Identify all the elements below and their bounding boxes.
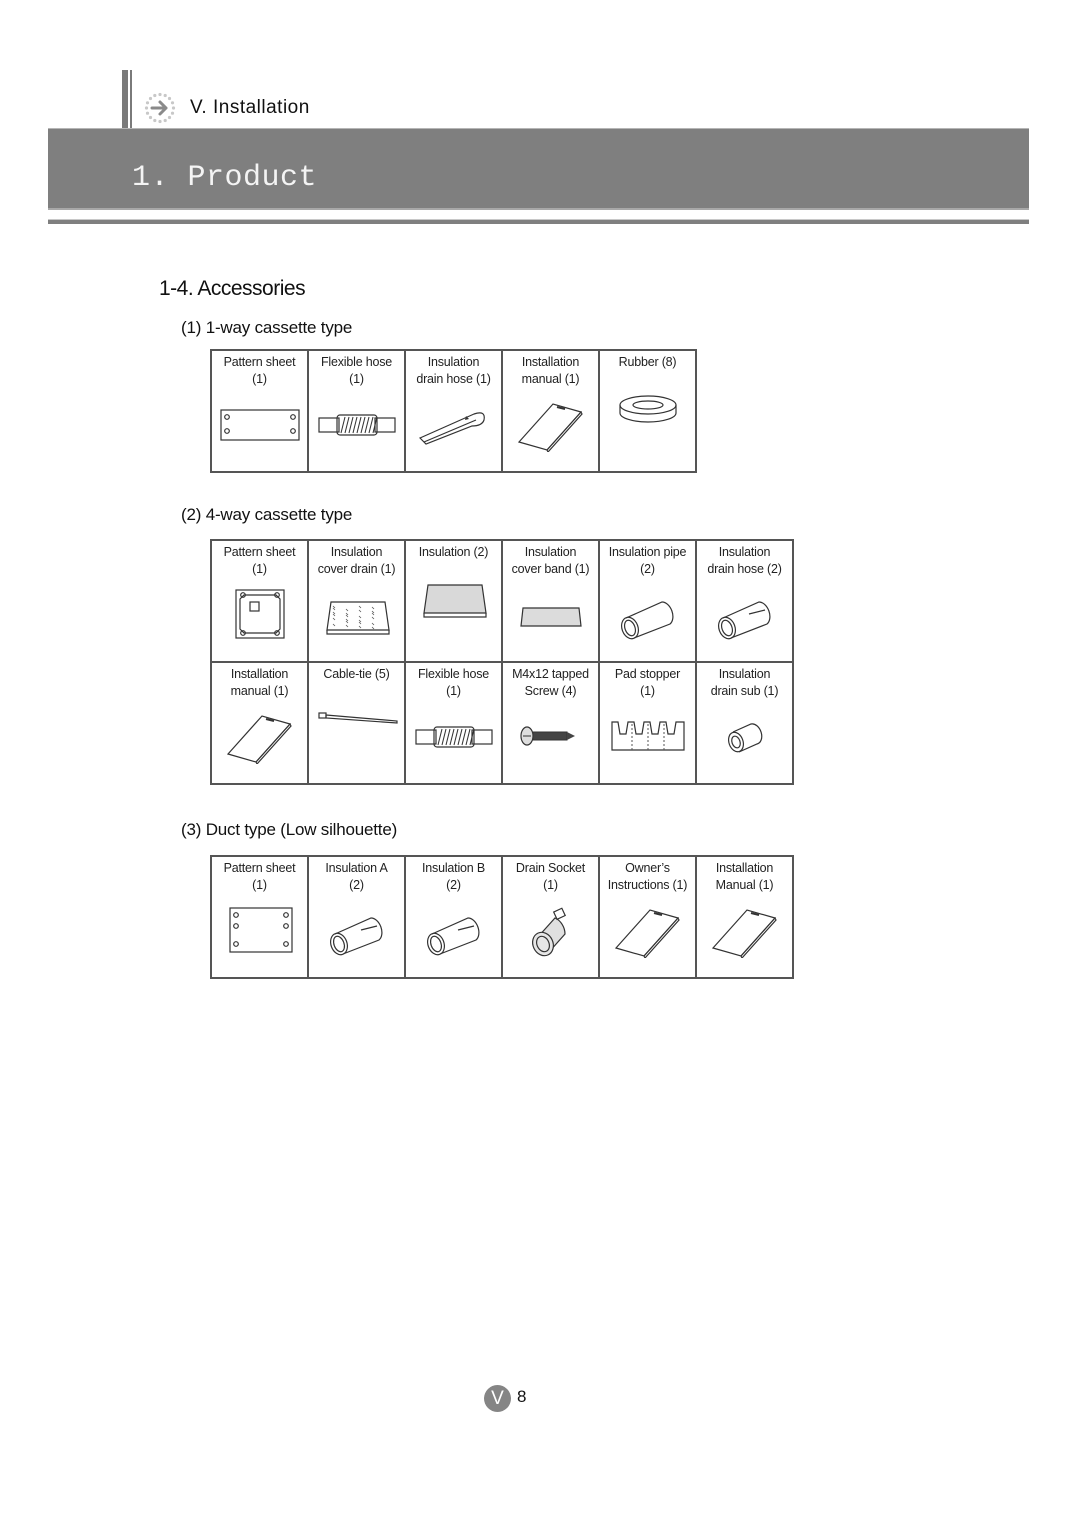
insulation-pad-icon [325, 601, 390, 635]
page-title: 1. Product [132, 161, 318, 195]
accessory-cell: Owner’s Instructions (1) [598, 855, 697, 979]
table-row: Pattern sheet (1) Insulation A (2) Insul… [210, 855, 794, 979]
accessory-cell: Installation Manual (1) [695, 855, 794, 979]
accessory-label: Insulation drain sub (1) [710, 667, 779, 698]
accessory-label: Flexible hose (1) [320, 355, 393, 386]
accessory-cell: Insulation A (2) [307, 855, 406, 979]
accessory-label: Flexible hose (1) [417, 667, 490, 698]
accessory-cell: Insulation drain hose (1) [404, 349, 503, 473]
manual-booklet-icon [226, 715, 292, 764]
accessory-table-1way: Pattern sheet (1) Flexible hose (1) Insu… [210, 349, 697, 473]
accessory-label: Installation Manual (1) [715, 861, 774, 892]
rubber-ring-icon [618, 395, 677, 423]
insulation-drain-hose-icon [418, 412, 485, 445]
drain-socket-icon [531, 907, 566, 957]
manual-booklet-icon [614, 909, 680, 958]
accessory-label: Installation manual (1) [521, 355, 580, 386]
accessory-cell: Rubber (8) [598, 349, 697, 473]
accessory-label: Owner’s Instructions (1) [607, 861, 688, 892]
accessory-cell: Cable-tie (5) [307, 661, 406, 785]
accessory-cell: Drain Socket (1) [501, 855, 600, 979]
accessory-cell: Pad stopper (1) [598, 661, 697, 785]
pad-stopper-icon [610, 721, 685, 751]
title-banner: 1. Product [48, 128, 1029, 210]
cable-tie-icon [317, 712, 398, 724]
pattern-sheet-icon [219, 409, 300, 441]
insulation-tube-icon [426, 917, 479, 956]
accessory-table-duct: Pattern sheet (1) Insulation A (2) Insul… [210, 855, 794, 979]
accessory-label: Rubber (8) [618, 355, 677, 369]
table-row: Pattern sheet (1) Flexible hose (1) Insu… [210, 349, 697, 473]
accessory-label: Drain Socket (1) [515, 861, 586, 892]
accessory-label: Installation manual (1) [230, 667, 289, 698]
page-number: 8 [517, 1387, 527, 1406]
accessory-cell: Insulation pipe (2) [598, 539, 697, 663]
accessory-cell: M4x12 tapped Screw (4) [501, 661, 600, 785]
accessory-label: Insulation cover drain (1) [317, 545, 396, 576]
accessory-label: Pattern sheet (1) [223, 545, 296, 576]
accessory-cell: Insulation (2) [404, 539, 503, 663]
group-title-1way: (1) 1-way cassette type [181, 318, 353, 337]
accessory-cell: Flexible hose (1) [307, 349, 406, 473]
accessory-label: Cable-tie (5) [323, 667, 390, 681]
table-row: Installation manual (1) Cable-tie (5) Fl… [210, 661, 794, 785]
accessory-cell: Pattern sheet (1) [210, 539, 309, 663]
insulation-pipe-icon [620, 601, 673, 640]
insulation-pad-icon [422, 584, 487, 618]
insulation-band-icon [519, 607, 582, 627]
accessory-cell: Insulation B (2) [404, 855, 503, 979]
accessory-label: Pattern sheet (1) [223, 355, 296, 386]
accessory-cell: Insulation drain hose (2) [695, 539, 794, 663]
insulation-tube-icon [329, 917, 382, 956]
accessory-cell: Installation manual (1) [210, 661, 309, 785]
accessory-cell: Pattern sheet (1) [210, 855, 309, 979]
accessory-label: Insulation cover band (1) [511, 545, 590, 576]
manual-booklet-icon [517, 403, 583, 452]
accessory-cell: Pattern sheet (1) [210, 349, 309, 473]
chapter-label: V. Installation [190, 97, 310, 118]
screw-icon [519, 726, 575, 746]
accessory-label: Insulation A (2) [325, 861, 388, 892]
accessory-cell: Insulation cover drain (1) [307, 539, 406, 663]
short-tube-icon [727, 723, 762, 753]
accessory-label: Insulation B (2) [422, 861, 485, 892]
accessory-label: Insulation drain hose (2) [707, 545, 782, 576]
accessory-cell: Installation manual (1) [501, 349, 600, 473]
header-rule [48, 219, 1029, 224]
group-title-duct: (3) Duct type (Low silhouette) [181, 820, 398, 839]
accessory-label: Pattern sheet (1) [223, 861, 296, 892]
manual-booklet-icon [711, 909, 777, 958]
header-decor-bar-thin [130, 70, 132, 128]
accessory-label: Insulation pipe (2) [608, 545, 687, 576]
flexible-hose-icon [317, 414, 396, 436]
flexible-hose-icon [414, 726, 493, 748]
accessory-cell: Insulation cover band (1) [501, 539, 600, 663]
insulation-tube-icon [717, 601, 770, 640]
accessory-table-4way: Pattern sheet (1) Insulation cover drain… [210, 539, 794, 785]
accessory-cell: Insulation drain sub (1) [695, 661, 794, 785]
header-decor-bar [122, 70, 128, 128]
table-row: Pattern sheet (1) Insulation cover drain… [210, 539, 794, 663]
arrow-right-circle-icon [144, 92, 176, 124]
section-title: 1-4. Accessories [159, 277, 306, 300]
group-title-4way: (2) 4-way cassette type [181, 505, 353, 524]
pattern-sheet-icon [228, 907, 293, 953]
accessory-label: Pad stopper (1) [614, 667, 681, 698]
pattern-sheet-icon [234, 589, 285, 639]
accessory-label: Insulation drain hose (1) [416, 355, 491, 386]
chapter-badge: V [484, 1385, 511, 1412]
accessory-label: Insulation (2) [418, 545, 489, 559]
accessory-cell: Flexible hose (1) [404, 661, 503, 785]
accessory-label: M4x12 tapped Screw (4) [512, 667, 589, 698]
